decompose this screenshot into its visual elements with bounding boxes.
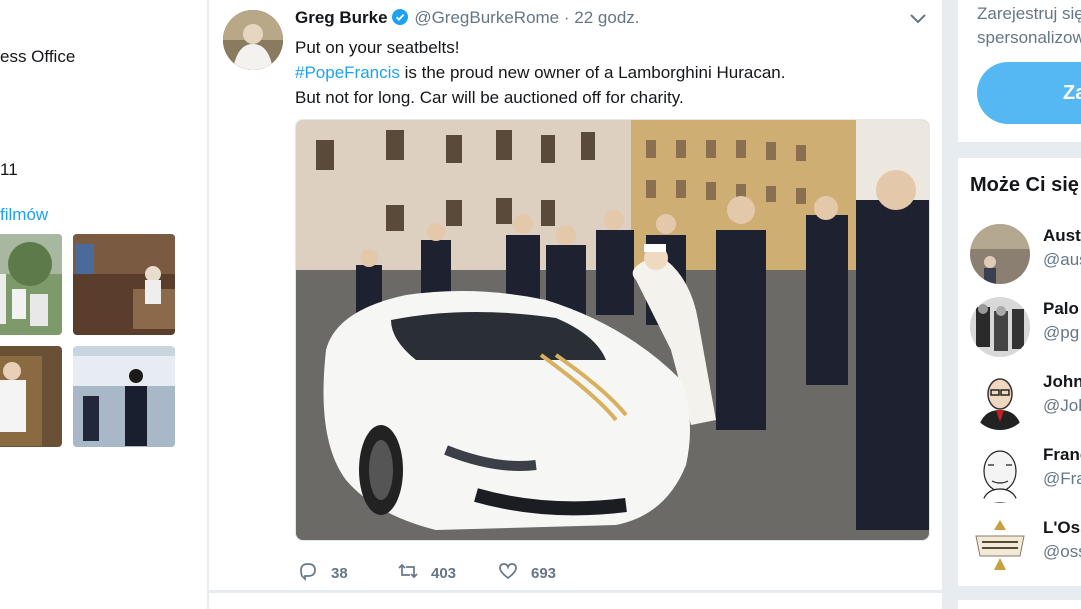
reply-icon (297, 560, 319, 587)
separator: · (563, 8, 570, 27)
reply-button[interactable]: 38 (297, 560, 348, 587)
suggestion-avatar[interactable] (970, 297, 1030, 357)
profile-sidebar: ess Office 11 filmów (0, 0, 207, 609)
suggestion-name[interactable]: L'Oss (1043, 518, 1081, 538)
tweet-line: Put on your seatbelts! (295, 38, 460, 57)
retweet-count: 403 (431, 565, 457, 582)
media-thumbnail[interactable] (0, 234, 62, 335)
suggestion-name[interactable]: Palo (1043, 299, 1079, 319)
suggestion-name[interactable]: Franc (1043, 445, 1081, 465)
suggestion-handle: @pg (1043, 323, 1080, 342)
photos-videos-link[interactable]: filmów (0, 205, 48, 225)
author-name[interactable]: Greg Burke (295, 8, 388, 27)
suggestion-avatar[interactable] (970, 443, 1030, 503)
verified-badge-icon (391, 9, 408, 25)
suggestion-handle: @aus (1043, 250, 1081, 269)
signup-button[interactable]: Za (977, 62, 1081, 124)
profile-stat-fragment: 11 (0, 160, 18, 179)
tweet-line: But not for long. Car will be auctioned … (295, 88, 684, 107)
suggestion-handle: @Joh (1043, 396, 1081, 415)
media-thumbnail[interactable] (0, 346, 62, 447)
retweet-button[interactable]: 403 (397, 560, 456, 587)
tweet-line-text: is the proud new owner of a Lamborghini … (399, 63, 786, 82)
follow-suggestion[interactable]: John @Joh (970, 370, 1081, 430)
follow-suggestion[interactable]: Franc @Fra (970, 443, 1081, 503)
suggestion-avatar[interactable] (970, 516, 1030, 576)
tweet-line: #PopeFrancis is the proud new owner of a… (295, 60, 785, 85)
follow-suggestion[interactable]: Palo @pg (970, 297, 1081, 357)
follow-suggestion[interactable]: L'Oss @oss (970, 516, 1081, 576)
signup-text: Zarejestruj się spersonalizow (977, 2, 1081, 50)
heart-icon (497, 560, 519, 587)
tweet[interactable]: Greg Burke @GregBurkeRome · 22 godz. Put… (209, 0, 942, 590)
follow-suggestion[interactable]: Aust @aus (970, 224, 1081, 284)
chevron-down-icon[interactable] (908, 12, 928, 26)
tweet-text: Put on your seatbelts! #PopeFrancis is t… (295, 35, 785, 110)
tweet-photo[interactable] (295, 119, 930, 541)
media-thumbnail[interactable] (73, 346, 175, 447)
tweet-actions: 38 403 693 (295, 560, 695, 586)
suggestion-avatar[interactable] (970, 370, 1030, 430)
retweet-icon (397, 560, 419, 587)
suggestion-handle: @oss (1043, 542, 1081, 561)
media-thumbnail[interactable] (73, 234, 175, 335)
tweet-timestamp[interactable]: 22 godz. (574, 8, 639, 27)
author-handle[interactable]: @GregBurkeRome (414, 8, 559, 27)
author-avatar[interactable] (223, 10, 283, 70)
reply-count: 38 (331, 565, 348, 582)
like-button[interactable]: 693 (497, 560, 556, 587)
right-column-next-card (958, 600, 1081, 609)
suggestion-handle: @Fra (1043, 469, 1081, 488)
profile-name-fragment: ess Office (0, 47, 76, 66)
who-to-follow-title: Może Ci się (970, 174, 1079, 196)
suggestion-name[interactable]: Aust (1043, 226, 1081, 246)
signup-line: Zarejestruj się (977, 4, 1081, 23)
next-tweet-strip (209, 593, 942, 609)
tweet-header: Greg Burke @GregBurkeRome · 22 godz. (295, 8, 640, 28)
signup-card: Zarejestruj się spersonalizow Za (958, 0, 1081, 142)
suggestion-avatar[interactable] (970, 224, 1030, 284)
suggestion-name[interactable]: John (1043, 372, 1081, 392)
like-count: 693 (531, 565, 557, 582)
hashtag-link[interactable]: #PopeFrancis (295, 63, 400, 82)
who-to-follow-card: Może Ci się Aust @aus Palo @pg John @Joh… (958, 158, 1081, 586)
signup-line: spersonalizow (977, 28, 1081, 47)
